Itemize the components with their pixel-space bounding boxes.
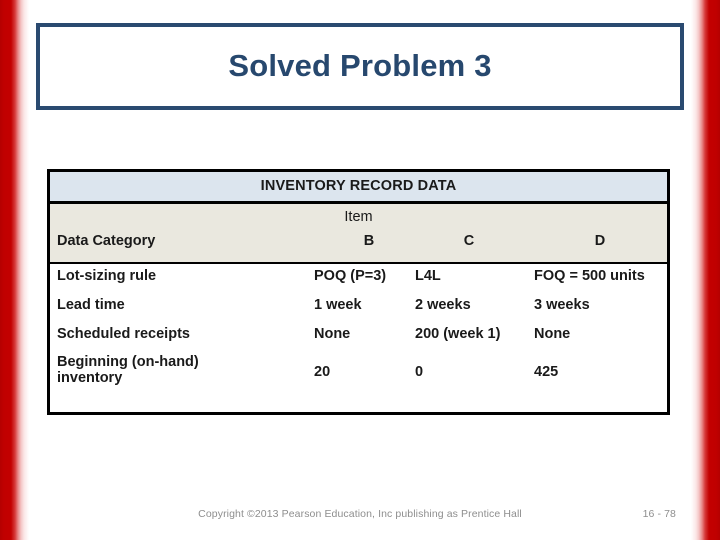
table-column-header: Item Data Category B C D <box>50 204 667 264</box>
column-header-d: D <box>594 233 606 249</box>
row-value-b: 20 <box>314 364 331 380</box>
inventory-record-data-table: INVENTORY RECORD DATA Item Data Category… <box>47 169 670 415</box>
row-value-d: 425 <box>534 364 559 380</box>
column-group-header-item: Item <box>344 209 373 225</box>
row-value-b: POQ (P=3) <box>314 268 387 284</box>
column-header-row: Data Category B C D <box>50 233 667 257</box>
row-value-c: L4L <box>415 268 441 284</box>
page-title: Solved Problem 3 <box>228 48 492 84</box>
table-caption: INVENTORY RECORD DATA <box>50 172 667 204</box>
table-row: Lead time 1 week 2 weeks 3 weeks <box>50 293 667 322</box>
slide-title-box: Solved Problem 3 <box>36 23 684 110</box>
row-value-d: FOQ = 500 units <box>534 268 645 284</box>
row-label-line1: Beginning (on-hand) <box>57 354 199 370</box>
footer-page-number: 16 - 78 <box>642 508 676 520</box>
column-header-b: B <box>363 233 375 249</box>
row-value-c: 0 <box>415 364 424 380</box>
slide-canvas: Solved Problem 3 INVENTORY RECORD DATA I… <box>0 0 720 540</box>
row-value-d: None <box>534 326 571 342</box>
table-row: Lot-sizing rule POQ (P=3) L4L FOQ = 500 … <box>50 264 667 293</box>
table-row: Beginning (on-hand) inventory 20 0 425 <box>50 351 667 400</box>
column-header-c: C <box>463 233 475 249</box>
row-label: Lot-sizing rule <box>57 268 157 284</box>
table-body: Lot-sizing rule POQ (P=3) L4L FOQ = 500 … <box>50 264 667 412</box>
row-value-c: 200 (week 1) <box>415 326 501 342</box>
row-value-b: 1 week <box>314 297 362 313</box>
column-header-data-category: Data Category <box>57 233 156 249</box>
footer-copyright: Copyright ©2013 Pearson Education, Inc p… <box>198 508 522 520</box>
row-value-b: None <box>314 326 351 342</box>
table-row: Scheduled receipts None 200 (week 1) Non… <box>50 322 667 351</box>
row-label: Scheduled receipts <box>57 326 190 342</box>
row-value-c: 2 weeks <box>415 297 471 313</box>
table-bottom-spacer <box>50 400 667 412</box>
row-label-line2: inventory <box>57 370 123 387</box>
row-label: Lead time <box>57 297 125 313</box>
row-value-d: 3 weeks <box>534 297 590 313</box>
row-label: Beginning (on-hand) inventory <box>57 354 199 386</box>
